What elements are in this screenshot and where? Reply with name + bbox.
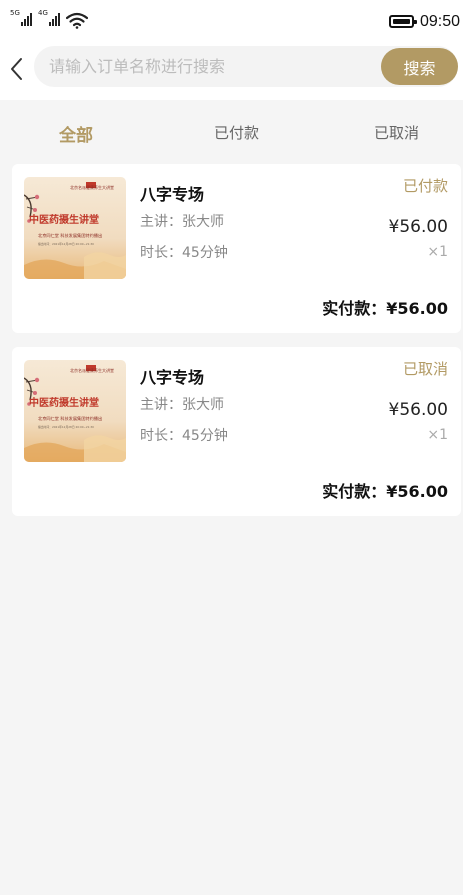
battery-icon bbox=[389, 15, 417, 28]
poster-bottom-text: 播出时间：2021年12月28日 20:00~21:30 bbox=[38, 425, 94, 429]
poster-top-text: 北京名派健康养生大讲堂 bbox=[70, 184, 114, 190]
order-lecturer: 主讲：张大师 bbox=[140, 214, 224, 230]
search-button[interactable]: 搜索 bbox=[381, 48, 458, 85]
tab-paid[interactable]: 已付款 bbox=[214, 122, 259, 143]
order-status-badge: 已付款 bbox=[402, 177, 448, 195]
wifi-icon bbox=[66, 12, 88, 29]
order-lecturer: 主讲：张大师 bbox=[140, 397, 224, 413]
poster-subtitle: 北京同仁堂 科技发展集团特约播出 bbox=[38, 232, 102, 239]
order-tabs: 全部 已付款 已取消 bbox=[0, 100, 463, 162]
signal-5g-icon: 5G bbox=[10, 9, 32, 26]
search-input[interactable] bbox=[34, 46, 374, 87]
order-price: ¥56.00 bbox=[388, 400, 448, 420]
order-quantity: ×1 bbox=[427, 427, 448, 443]
order-quantity: ×1 bbox=[427, 244, 448, 260]
order-duration: 时长：45分钟 bbox=[140, 245, 228, 261]
chevron-left-icon[interactable] bbox=[6, 56, 28, 82]
clock: 09:50 bbox=[420, 13, 461, 30]
order-card[interactable]: 北京名派健康养生大讲堂 中医药摄生讲堂 北京同仁堂 科技发展集团特约播出 播出时… bbox=[12, 347, 461, 516]
order-card[interactable]: 北京名派健康养生大讲堂 中医药摄生讲堂 北京同仁堂 科技发展集团特约播出 播出时… bbox=[12, 164, 461, 333]
course-poster-image: 北京名派健康养生大讲堂 中医药摄生讲堂 北京同仁堂 科技发展集团特约播出 播出时… bbox=[24, 360, 126, 462]
signal-4g-icon: 4G bbox=[38, 9, 60, 26]
order-status-badge: 已取消 bbox=[402, 360, 448, 378]
poster-title: 中医药摄生讲堂 bbox=[29, 213, 99, 226]
poster-subtitle: 北京同仁堂 科技发展集团特约播出 bbox=[38, 415, 102, 422]
top-area: 5G 4G 09:50 搜索 bbox=[0, 0, 463, 100]
order-paid-amount: 实付款：¥56.00 bbox=[322, 299, 448, 318]
order-paid-amount: 实付款：¥56.00 bbox=[322, 482, 448, 501]
order-price: ¥56.00 bbox=[388, 217, 448, 237]
poster-bottom-text: 播出时间：2021年12月28日 20:00~21:30 bbox=[38, 242, 94, 246]
course-poster-image: 北京名派健康养生大讲堂 中医药摄生讲堂 北京同仁堂 科技发展集团特约播出 播出时… bbox=[24, 177, 126, 279]
order-title: 八字专场 bbox=[140, 368, 205, 387]
status-bar: 5G 4G 09:50 bbox=[0, 0, 463, 44]
signal2-label: 4G bbox=[38, 9, 48, 17]
poster-title: 中医药摄生讲堂 bbox=[29, 396, 99, 409]
tab-all[interactable]: 全部 bbox=[59, 121, 93, 146]
signal1-label: 5G bbox=[10, 9, 20, 17]
poster-top-text: 北京名派健康养生大讲堂 bbox=[70, 367, 114, 373]
order-duration: 时长：45分钟 bbox=[140, 428, 228, 444]
tab-cancelled[interactable]: 已取消 bbox=[374, 122, 419, 143]
order-title: 八字专场 bbox=[140, 185, 205, 204]
